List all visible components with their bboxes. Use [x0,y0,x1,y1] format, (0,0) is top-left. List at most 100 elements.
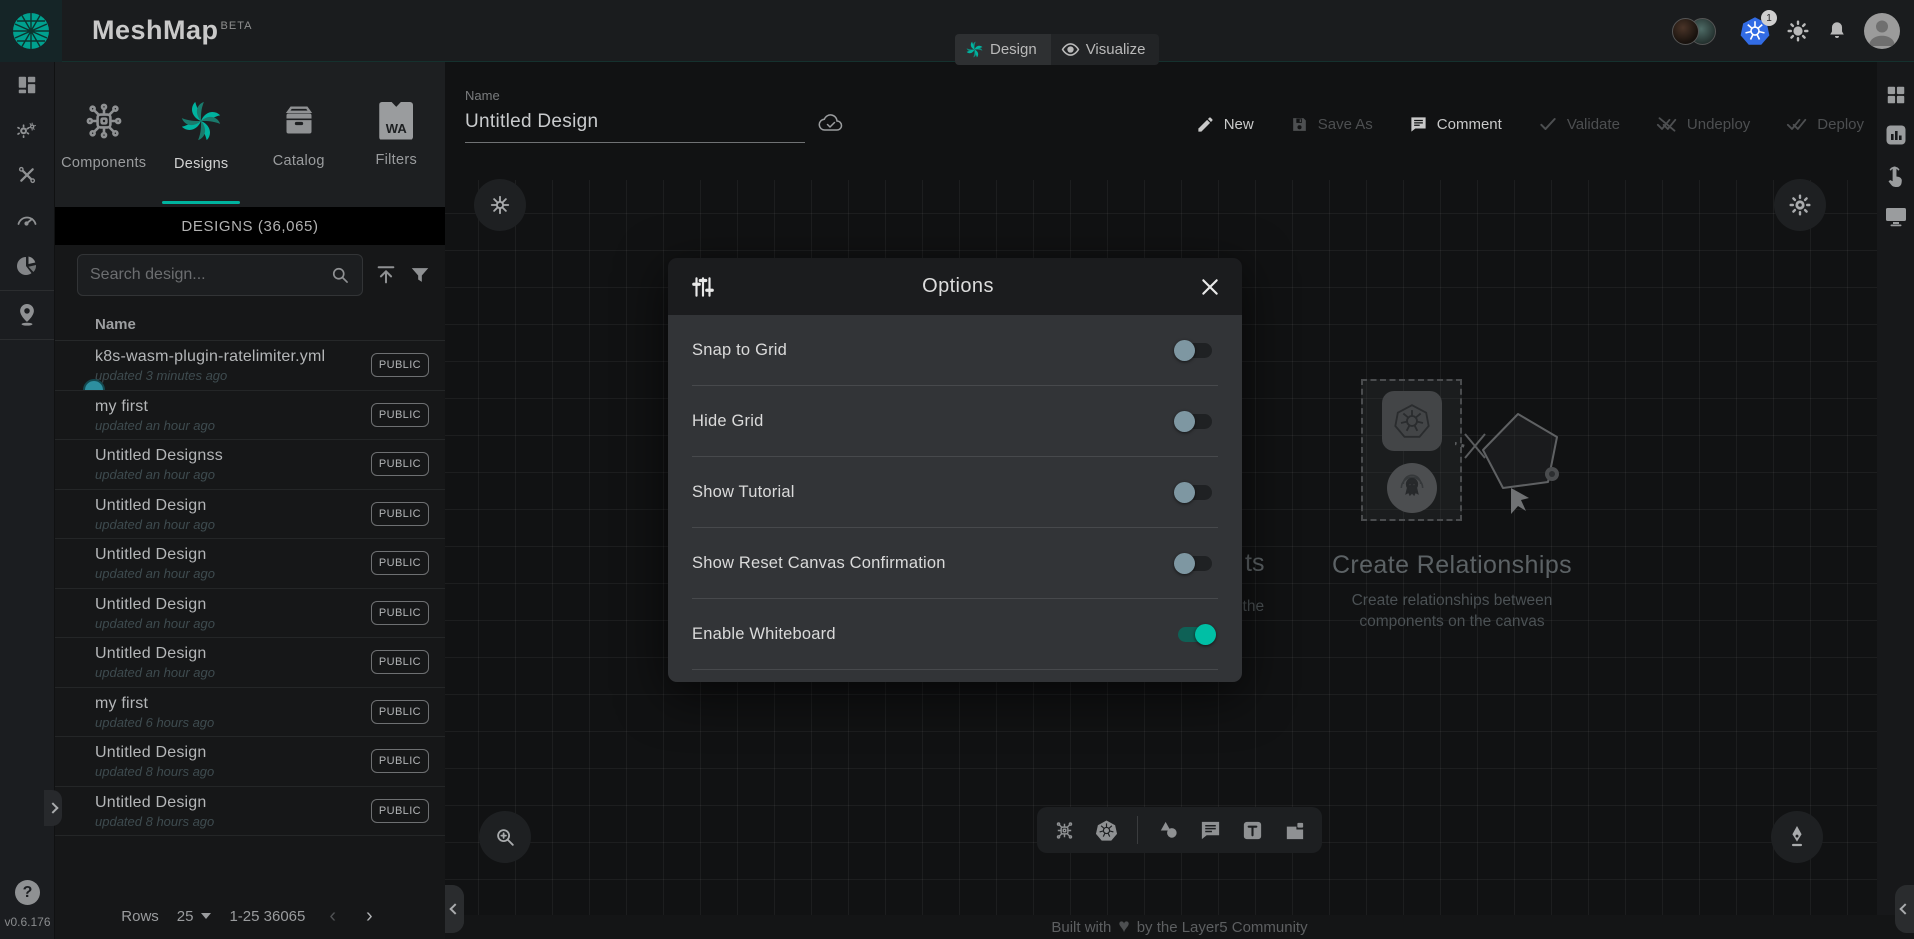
undeploy-button[interactable]: Undeploy [1656,114,1750,134]
deploy-button[interactable]: Deploy [1786,114,1864,134]
design-row[interactable]: Untitled Design updated 8 hours ago PUBL… [55,787,445,837]
configuration-tools-icon[interactable] [16,164,38,186]
previous-page-button[interactable]: ‹ [323,905,342,928]
help-button[interactable]: ? [15,880,40,905]
tab-components-label: Components [61,155,146,171]
tab-designs[interactable]: Designs [153,62,251,207]
add-component-icon[interactable] [1053,819,1076,842]
zoom-in-magnifier-icon [494,826,516,848]
option-label: Hide Grid [692,412,764,431]
search-icon[interactable] [330,265,350,285]
options-modal: Options Snap to Grid Hide Grid Show Tuto… [668,258,1242,682]
designs-panel: Components Designs Catalog [55,62,445,939]
next-page-button[interactable]: › [360,905,379,928]
rail-expand-chevron[interactable] [44,790,62,826]
design-row[interactable]: Untitled Design updated an hour ago PUBL… [55,638,445,688]
design-name-input[interactable] [465,109,805,143]
new-button[interactable]: New [1196,115,1254,134]
close-icon[interactable] [1200,277,1220,297]
design-row[interactable]: Untitled Design updated an hour ago PUBL… [55,490,445,540]
validate-label: Validate [1567,116,1620,133]
design-row[interactable]: Untitled Design updated an hour ago PUBL… [55,539,445,589]
app-header: MeshMapBETA Design Visualize [0,0,1914,62]
double-check-slash-icon [1656,114,1678,134]
layer5-logo[interactable] [0,0,62,62]
kubernetes-context-button[interactable]: 1 [1740,16,1770,46]
bar-chart-icon[interactable] [1884,123,1908,147]
person-icon [1864,13,1900,49]
search-input[interactable] [90,266,330,284]
media-tool-icon[interactable] [1283,819,1306,842]
hide-grid-toggle[interactable] [1178,414,1212,429]
comment-button[interactable]: Comment [1409,115,1502,134]
option-row-enable-whiteboard: Enable Whiteboard [692,599,1218,670]
snowflake-icon [489,194,511,216]
design-row[interactable]: Untitled Design updated 8 hours ago PUBL… [55,737,445,787]
tab-visualize[interactable]: Visualize [1051,34,1160,65]
lifecycle-gears-icon[interactable] [15,118,39,142]
search-row [55,245,445,305]
canvas-settings-button[interactable] [1774,179,1826,231]
performance-gauge-icon[interactable] [15,208,39,232]
collaborator-avatar-1[interactable] [1672,18,1699,45]
toggle-thumb [1174,482,1195,503]
tab-components[interactable]: Components [55,62,153,207]
profile-avatar[interactable] [1864,13,1900,49]
check-icon [1538,114,1558,134]
freeze-layout-button[interactable] [474,179,526,231]
canvas-right-rail [1877,62,1914,915]
validate-button[interactable]: Validate [1538,114,1620,134]
reset-canvas-confirmation-toggle[interactable] [1178,556,1212,571]
toggle-thumb [1195,624,1216,645]
extensions-mesh-icon[interactable] [15,254,39,278]
design-row[interactable]: my first updated an hour ago PUBLIC [55,391,445,441]
meshmap-pin-icon[interactable] [16,303,38,327]
cloud-saved-icon [817,112,845,134]
heart-icon: ♥ [1118,916,1129,938]
canvas-scroll-right-chevron[interactable] [1895,885,1914,933]
beta-badge: BETA [221,20,253,32]
visibility-badge: PUBLIC [371,749,429,773]
whiteboard-pen-button[interactable] [1771,811,1823,863]
toggle-thumb [1174,553,1195,574]
visibility-badge: PUBLIC [371,601,429,625]
import-design-icon[interactable] [375,264,397,286]
design-row[interactable]: k8s-wasm-plugin-ratelimiter.yml updated … [55,341,445,391]
rows-per-page-value: 25 [177,908,194,925]
design-row[interactable]: my first updated 6 hours ago PUBLIC [55,688,445,738]
design-tab-label: Design [990,41,1037,58]
tab-designs-label: Designs [174,156,229,172]
show-tutorial-toggle[interactable] [1178,485,1212,500]
widgets-grid-icon[interactable] [1885,84,1907,106]
tab-filters[interactable]: WA Filters [348,62,446,207]
enable-whiteboard-toggle[interactable] [1178,627,1212,642]
zoom-button[interactable] [479,811,531,863]
notifications-bell-icon[interactable] [1826,20,1848,42]
filter-funnel-icon[interactable] [409,264,431,286]
save-as-button[interactable]: Save As [1290,115,1373,134]
dashboard-icon[interactable] [16,74,38,96]
monitor-icon[interactable] [1884,206,1908,228]
tab-catalog[interactable]: Catalog [250,62,348,207]
save-as-label: Save As [1318,116,1373,133]
comment-label: Comment [1437,116,1502,133]
pen-nib-icon [1786,825,1808,849]
visibility-badge: PUBLIC [371,650,429,674]
design-row[interactable]: Untitled Design updated an hour ago PUBL… [55,589,445,639]
rows-per-page-select[interactable]: 25 [177,908,212,925]
tab-design[interactable]: Design [955,34,1051,65]
tile-subtitle: Create relationships between components … [1322,590,1582,632]
touch-pointer-icon[interactable] [1884,164,1907,189]
snap-to-grid-toggle[interactable] [1178,343,1212,358]
settings-gear-icon[interactable] [1786,19,1810,43]
modal-title: Options [716,275,1200,298]
eye-icon [1061,40,1080,59]
panel-collapse-chevron[interactable] [445,885,464,933]
text-tool-icon[interactable] [1241,819,1264,842]
kubernetes-toolbar-icon[interactable] [1095,819,1118,842]
shapes-icon[interactable] [1157,819,1180,842]
toolbar-divider [1137,816,1138,844]
comment-tool-icon[interactable] [1199,819,1222,842]
design-row[interactable]: Untitled Designss updated an hour ago PU… [55,440,445,490]
header-right-cluster: 1 [1672,0,1900,62]
